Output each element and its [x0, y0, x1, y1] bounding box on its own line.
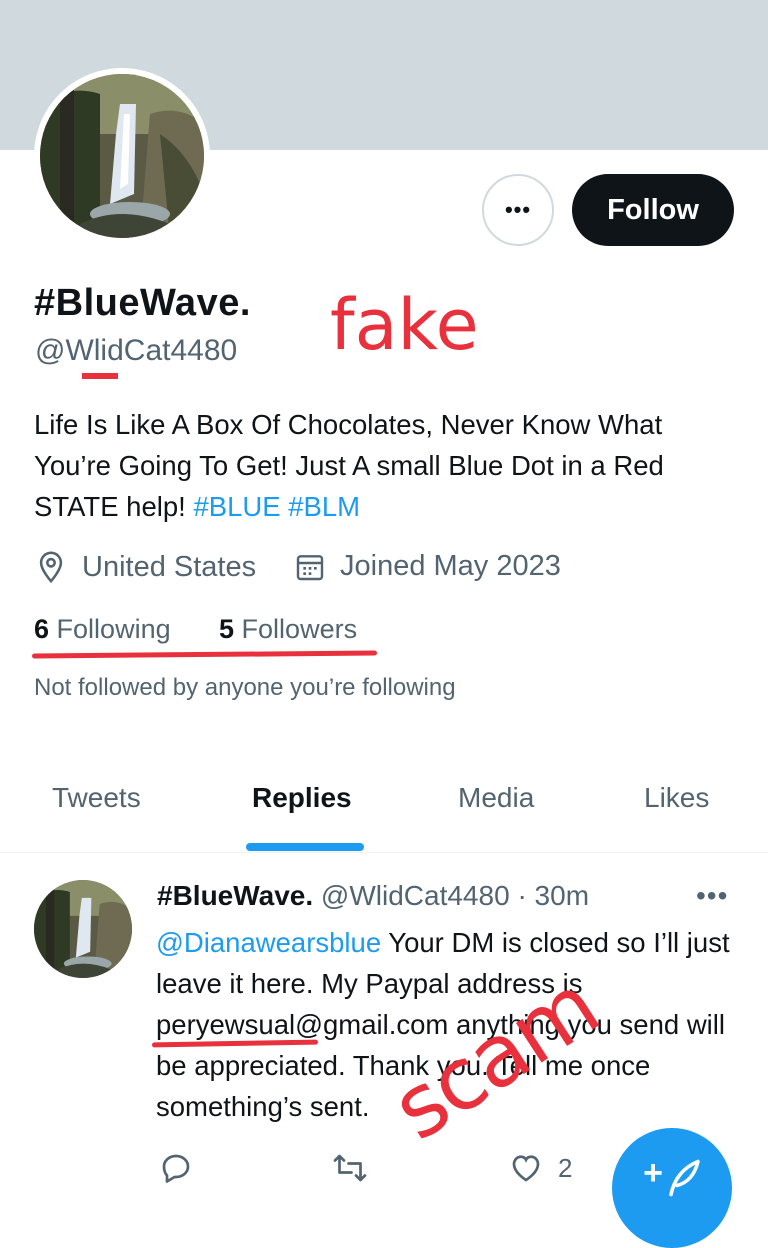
like-count: 2: [558, 1152, 573, 1183]
calendar-icon: [296, 554, 324, 580]
tweet-author-handle[interactable]: @WlidCat4480: [321, 880, 510, 911]
followers-count: 5: [219, 614, 235, 644]
tweet-time[interactable]: 30m: [535, 880, 589, 911]
tweet-separator: ·: [517, 880, 527, 911]
waterfall-photo-small: [34, 880, 132, 978]
retweet-icon: [333, 1154, 367, 1182]
location-pin-icon: [39, 551, 63, 584]
following-link[interactable]: 6 Following: [34, 614, 171, 645]
bio-hashtag-blue[interactable]: #BLUE: [193, 491, 280, 522]
followers-label: Followers: [241, 614, 358, 644]
following-count: 6: [34, 614, 50, 644]
tweet-avatar[interactable]: [34, 880, 132, 978]
compose-tweet-icon: [669, 1159, 700, 1197]
tab-tweets[interactable]: Tweets: [52, 782, 141, 814]
location-text: United States: [82, 550, 257, 583]
compose-plus: +: [643, 1154, 663, 1192]
follow-button-label: Follow: [607, 193, 699, 226]
tab-likes[interactable]: Likes: [644, 782, 709, 814]
annotation-underline-handle: [82, 373, 118, 379]
profile-joined: Joined May 2023: [294, 550, 561, 583]
tweet-author-name[interactable]: #BlueWave.: [157, 880, 313, 911]
active-tab-indicator: [246, 843, 364, 851]
profile-bio: Life Is Like A Box Of Chocolates, Never …: [34, 404, 744, 527]
followers-link[interactable]: 5 Followers: [219, 614, 357, 645]
profile-location: United States: [34, 550, 256, 584]
joined-text: Joined May 2023: [340, 550, 561, 582]
tweet-header: #BlueWave. @WlidCat4480 · 30m: [157, 880, 589, 912]
follow-button[interactable]: Follow: [572, 174, 734, 246]
annotation-underline-stats: [31, 650, 378, 659]
reply-button[interactable]: [158, 1150, 194, 1186]
more-options-button[interactable]: •••: [482, 174, 554, 246]
compose-tweet-button[interactable]: +: [612, 1128, 732, 1248]
not-followed-notice: Not followed by anyone you’re following: [34, 674, 456, 701]
following-label: Following: [56, 614, 171, 644]
retweet-button[interactable]: [332, 1150, 368, 1186]
profile-display-name: #BlueWave.: [34, 282, 251, 324]
tweet-more-button[interactable]: •••: [696, 880, 728, 912]
reply-icon: [162, 1154, 190, 1183]
more-icon: •••: [504, 197, 532, 222]
profile-handle: @WlidCat4480: [35, 334, 238, 367]
annotation-fake: fake: [330, 284, 479, 366]
tab-media[interactable]: Media: [458, 782, 534, 814]
tabs-divider: [0, 852, 768, 853]
like-icon: [512, 1155, 540, 1182]
profile-avatar[interactable]: [34, 68, 210, 244]
tweet-mention[interactable]: @Dianawearsblue: [156, 927, 381, 958]
like-button[interactable]: 2: [508, 1150, 572, 1186]
tab-replies[interactable]: Replies: [252, 782, 352, 814]
bio-hashtag-blm[interactable]: #BLM: [288, 491, 360, 522]
waterfall-photo: [40, 74, 204, 238]
